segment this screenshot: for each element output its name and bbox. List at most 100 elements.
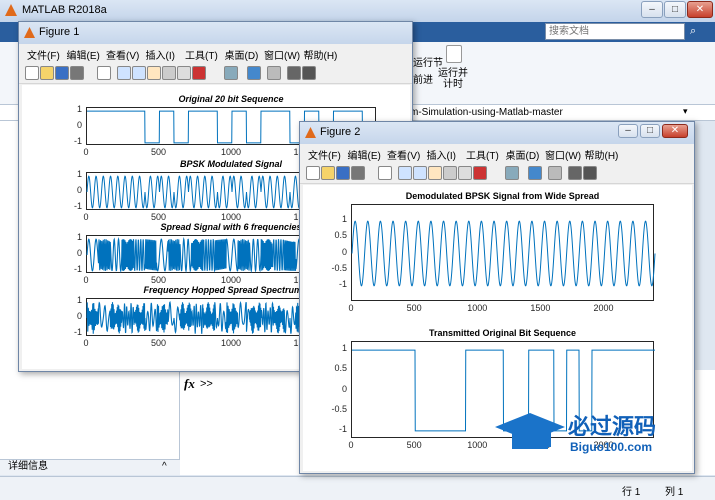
figure2-menubar: 文件(F) 编辑(E) 查看(V) 插入(I) 工具(T) 桌面(D) 窗口(W) 帮助(H) [300, 144, 694, 162]
figure1-title-bar[interactable]: Figure 1 [19, 22, 412, 44]
rotate-icon[interactable] [443, 166, 457, 180]
y-tick-label: -0.5 [331, 262, 347, 273]
y-tick-label: -1 [73, 200, 82, 211]
new-figure-icon[interactable] [25, 66, 39, 80]
print-icon[interactable] [351, 166, 365, 180]
x-tick-label: 1000 [220, 147, 242, 157]
details-panel-header[interactable]: 详细信息 ^ [0, 459, 180, 475]
y-tick-label: 1 [76, 104, 82, 115]
x-tick-label: 2000 [593, 303, 614, 313]
hide-tools-icon[interactable] [287, 66, 301, 80]
details-label: 详细信息 [8, 461, 48, 472]
figure2-menu-item[interactable]: 编辑(E) [348, 147, 381, 162]
figure1-menu-item[interactable]: 工具(T) [185, 47, 218, 62]
figure2-menu-item[interactable]: 查看(V) [387, 147, 420, 162]
show-tools-icon[interactable] [583, 166, 597, 180]
x-tick-label: 0 [83, 147, 89, 157]
figure2-title: Figure 2 [320, 126, 361, 138]
open-icon[interactable] [40, 66, 54, 80]
y-tick-label: 1 [76, 295, 82, 306]
watermark: 必过源码 Biguo100.com [490, 405, 710, 465]
run-and-time-icon[interactable] [446, 45, 462, 63]
figure2-menu-item[interactable]: 插入(I) [427, 147, 456, 162]
x-tick-label: 500 [150, 338, 167, 348]
legend-icon[interactable] [267, 66, 281, 80]
details-toggle-icon[interactable]: ^ [162, 460, 167, 474]
figure2-menu-item[interactable]: 窗口(W) [545, 147, 581, 162]
link-icon[interactable] [505, 166, 519, 180]
pan-icon[interactable] [428, 166, 442, 180]
new-figure-icon[interactable] [306, 166, 320, 180]
x-tick-label: 1000 [220, 212, 242, 222]
pan-icon[interactable] [147, 66, 161, 80]
figure1-menu-item[interactable]: 窗口(W) [264, 47, 300, 62]
plot-axes[interactable] [351, 204, 656, 301]
legend-icon[interactable] [548, 166, 562, 180]
plot-title: Transmitted Original Bit Sequence [428, 328, 577, 338]
y-tick-label: 1 [76, 232, 82, 243]
path-text: m-Simulation-using-Matlab-master [410, 107, 563, 118]
minimize-button[interactable]: – [641, 1, 663, 18]
matlab-title-bar: MATLAB R2018a – □ ✕ [0, 0, 715, 22]
figure1-menu-item[interactable]: 插入(I) [146, 47, 175, 62]
x-tick-label: 0 [348, 303, 354, 313]
y-tick-label: -1 [338, 278, 347, 289]
save-icon[interactable] [336, 166, 350, 180]
maximize-button[interactable]: □ [664, 1, 686, 18]
figure1-menu-item[interactable]: 编辑(E) [67, 47, 100, 62]
y-tick-label: 1 [341, 214, 347, 225]
figure1-menu-item[interactable]: 桌面(D) [225, 47, 259, 62]
zoom-out-icon[interactable] [413, 166, 427, 180]
y-tick-label: 0 [76, 248, 82, 258]
colorbar-icon[interactable] [247, 66, 261, 80]
watermark-url: Biguo100.com [570, 440, 653, 454]
colorbar-icon[interactable] [528, 166, 542, 180]
data-cursor-icon[interactable] [458, 166, 472, 180]
hide-tools-icon[interactable] [568, 166, 582, 180]
figure2-maximize-button[interactable]: □ [640, 124, 660, 138]
data-cursor-icon[interactable] [177, 66, 191, 80]
brush-icon[interactable] [192, 66, 206, 80]
x-tick-label: 500 [150, 275, 167, 285]
fx-icon[interactable]: fx [184, 376, 195, 392]
search-docs-input[interactable] [545, 23, 685, 40]
search-icon[interactable]: ⌕ [690, 25, 708, 39]
figure2-close-button[interactable]: ✕ [662, 124, 688, 138]
plot-title: Original 20 bit Sequence [178, 94, 284, 104]
zoom-in-icon[interactable] [117, 66, 131, 80]
figure2-menu-item[interactable]: 桌面(D) [506, 147, 540, 162]
y-tick-label: 0.5 [334, 363, 347, 374]
zoom-out-icon[interactable] [132, 66, 146, 80]
x-tick-label: 0 [348, 440, 354, 450]
y-tick-label: -1 [338, 423, 347, 434]
figure2-menu-item[interactable]: 文件(F) [308, 147, 341, 162]
figure2-menu-item[interactable]: 帮助(H) [585, 147, 619, 162]
figure2-menu-item[interactable]: 工具(T) [466, 147, 499, 162]
rotate-icon[interactable] [162, 66, 176, 80]
path-dropdown-icon[interactable]: ▾ [683, 106, 688, 117]
advance-label[interactable]: 前进 [413, 71, 433, 86]
y-tick-label: -1 [73, 135, 82, 146]
run-section-label[interactable]: 运行节 [413, 54, 443, 69]
save-icon[interactable] [55, 66, 69, 80]
link-icon[interactable] [224, 66, 238, 80]
show-tools-icon[interactable] [302, 66, 316, 80]
status-row: 行 1 [622, 487, 641, 498]
close-button[interactable]: ✕ [687, 1, 713, 18]
print-icon[interactable] [70, 66, 84, 80]
command-prompt: >> [200, 378, 213, 390]
brush-icon[interactable] [473, 166, 487, 180]
x-tick-label: 1000 [220, 275, 242, 285]
open-icon[interactable] [321, 166, 335, 180]
run-and-time-label[interactable]: 运行并 计时 [438, 68, 468, 90]
figure1-toolbar [19, 62, 412, 84]
status-col: 列 1 [665, 487, 684, 498]
pointer-icon[interactable] [97, 66, 111, 80]
figure2-title-bar[interactable]: Figure 2 – □ ✕ [300, 122, 694, 144]
figure2-minimize-button[interactable]: – [618, 124, 638, 138]
figure1-menu-item[interactable]: 文件(F) [27, 47, 60, 62]
figure1-menu-item[interactable]: 查看(V) [106, 47, 139, 62]
pointer-icon[interactable] [378, 166, 392, 180]
zoom-in-icon[interactable] [398, 166, 412, 180]
figure1-menu-item[interactable]: 帮助(H) [304, 47, 338, 62]
